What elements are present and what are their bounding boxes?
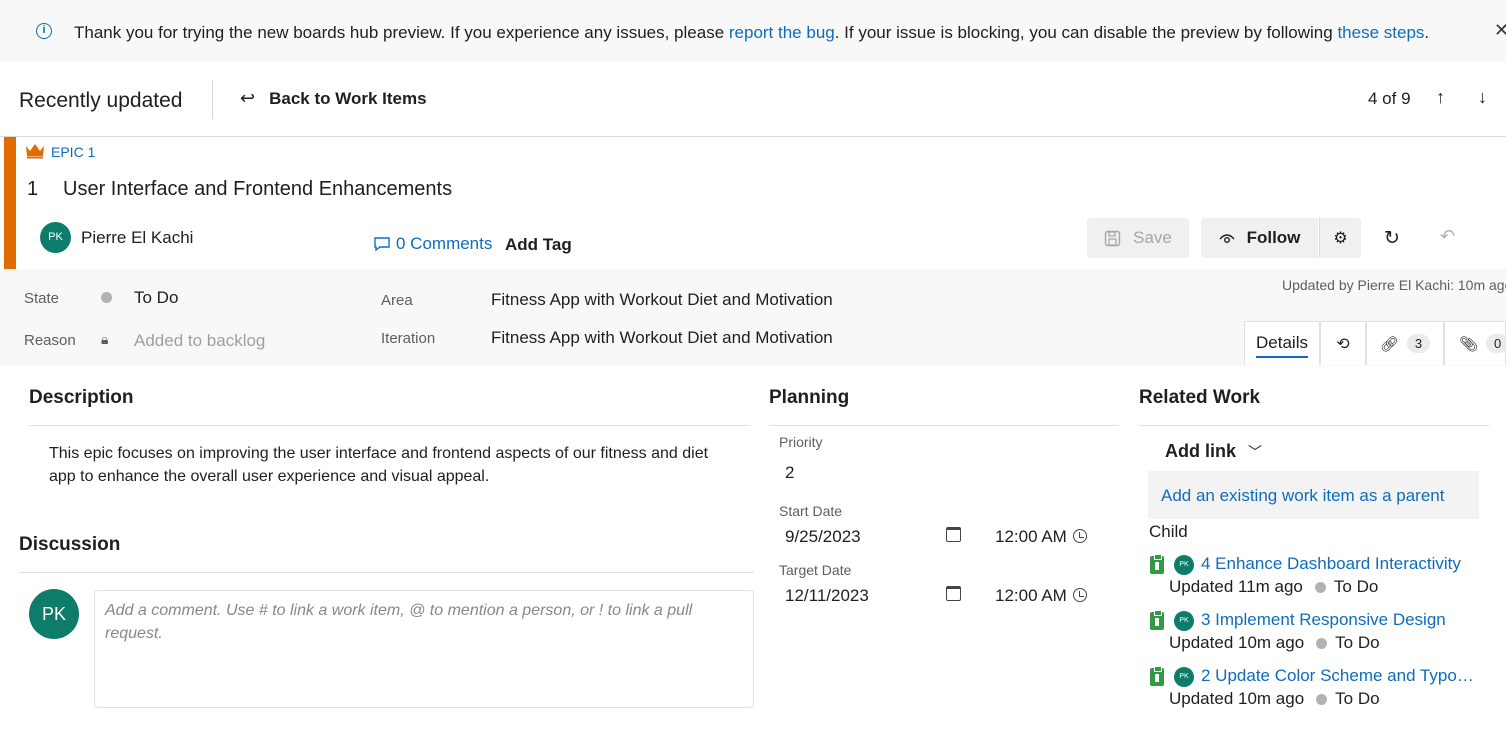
preview-banner: i Thank you for trying the new boards hu… (0, 0, 1506, 62)
child-item-link[interactable]: 3 Implement Responsive Design (1201, 610, 1446, 630)
target-date-field[interactable]: 12/11/2023 (785, 586, 869, 606)
child-group-label: Child (1149, 522, 1188, 541)
more-actions-icon[interactable]: ⋮ (1498, 225, 1506, 246)
calendar-icon[interactable] (946, 586, 961, 601)
state-label: State (24, 290, 60, 307)
priority-field[interactable]: 2 (785, 463, 794, 483)
header-divider (212, 80, 213, 119)
planning-divider (769, 425, 1119, 426)
iteration-label: Iteration (381, 330, 436, 347)
eye-icon (1219, 234, 1235, 243)
area-field[interactable]: Fitness App with Workout Diet and Motiva… (491, 290, 833, 310)
avatar: PK (1174, 611, 1194, 631)
current-user-avatar: PK (29, 589, 79, 639)
back-arrow-icon: ↩ (240, 88, 256, 108)
avatar: PK (1174, 667, 1194, 687)
state-indicator-dot (101, 292, 112, 303)
state-dropdown[interactable]: To Do (134, 288, 178, 308)
description-divider (29, 425, 750, 426)
work-item-color-bar (4, 137, 16, 269)
close-banner-icon[interactable]: ✕ (1494, 20, 1506, 41)
attachment-icon: 📎︎ (1459, 335, 1479, 353)
state-indicator-dot (1316, 693, 1328, 705)
start-date-label: Start Date (779, 503, 843, 519)
pager-text: 4 of 9 (1368, 89, 1411, 108)
save-button[interactable]: Save (1087, 218, 1189, 258)
task-clipboard-icon (1150, 666, 1164, 686)
start-date-field[interactable]: 9/25/2023 (785, 527, 861, 547)
target-date-label: Target Date (779, 562, 852, 578)
previous-item-arrow-up-icon[interactable]: ↑ (1436, 87, 1445, 108)
refresh-icon[interactable]: ↻ (1384, 227, 1400, 250)
child-item-meta: Updated 10m ago To Do (1169, 633, 1380, 652)
target-time-field[interactable]: 12:00 AM (995, 586, 1087, 606)
discussion-divider (19, 572, 754, 573)
follow-settings-gear-icon[interactable]: ⚙ (1319, 218, 1361, 258)
task-clipboard-icon (1150, 554, 1164, 574)
tab-details[interactable]: Details (1244, 321, 1320, 365)
add-tag-button[interactable]: Add Tag (505, 235, 572, 255)
assignee-avatar[interactable]: PK (40, 222, 71, 253)
save-icon (1104, 230, 1121, 246)
reason-label: Reason (24, 332, 76, 349)
description-editor[interactable]: This epic focuses on improving the user … (49, 442, 739, 488)
info-icon: i (36, 23, 52, 39)
banner-message: Thank you for trying the new boards hub … (74, 23, 1430, 42)
assignee-name[interactable]: Pierre El Kachi (81, 228, 193, 248)
comments-link[interactable]: 0 Comments (373, 234, 492, 254)
clock-icon (1072, 529, 1087, 543)
lock-icon: 🔒︎ (101, 331, 109, 347)
description-heading: Description (29, 387, 134, 408)
undo-icon[interactable]: ↶ (1440, 226, 1455, 247)
avatar: PK (1174, 555, 1194, 575)
links-count: 3 (1406, 334, 1431, 353)
start-time-field[interactable]: 12:00 AM (995, 527, 1087, 547)
related-work-heading: Related Work (1139, 387, 1261, 408)
add-link-button[interactable]: Add link ﹀ (1165, 441, 1262, 462)
tab-history[interactable]: ⟲ (1320, 321, 1366, 365)
planning-heading: Planning (769, 387, 850, 408)
child-item-meta: Updated 11m ago To Do (1169, 577, 1379, 596)
child-item-link[interactable]: 2 Update Color Scheme and Typography (1201, 666, 1481, 686)
tab-links[interactable]: 🔗︎ 3 (1366, 321, 1444, 365)
tab-attachments[interactable]: 📎︎ 0 (1444, 321, 1506, 365)
follow-button[interactable]: Follow (1201, 218, 1318, 258)
area-label: Area (381, 292, 413, 309)
task-clipboard-icon (1150, 610, 1164, 630)
link-icon: 🔗︎ (1379, 335, 1399, 353)
child-item-link[interactable]: 4 Enhance Dashboard Interactivity (1201, 554, 1461, 574)
page-title: Recently updated (19, 89, 183, 112)
state-indicator-dot (1316, 637, 1328, 649)
priority-label: Priority (779, 434, 823, 450)
these-steps-link[interactable]: these steps (1337, 23, 1424, 42)
back-to-work-items-button[interactable]: ↩ Back to Work Items (240, 88, 427, 109)
next-item-arrow-down-icon[interactable]: ↓ (1478, 87, 1487, 108)
work-item-title[interactable]: User Interface and Frontend Enhancements (63, 178, 452, 201)
work-item-id: 1 (27, 178, 39, 200)
chevron-down-icon: ﹀ (1248, 443, 1262, 460)
header-separator (0, 136, 1506, 137)
child-item-meta: Updated 10m ago To Do (1169, 689, 1380, 708)
crown-icon (26, 144, 44, 159)
history-icon: ⟲ (1336, 335, 1350, 353)
comment-input[interactable]: Add a comment. Use # to link a work item… (94, 590, 754, 708)
clock-icon (1072, 588, 1087, 602)
state-indicator-dot (1314, 581, 1326, 593)
attachments-count: 0 (1486, 334, 1506, 353)
work-item-type-label[interactable]: EPIC 1 (51, 144, 95, 160)
report-bug-link[interactable]: report the bug (729, 23, 835, 42)
discussion-heading: Discussion (19, 534, 121, 555)
iteration-field[interactable]: Fitness App with Workout Diet and Motiva… (491, 328, 833, 348)
add-parent-link[interactable]: Add an existing work item as a parent (1148, 471, 1479, 519)
related-work-divider (1139, 425, 1489, 426)
updated-by-text: Updated by Pierre El Kachi: 10m ago (1282, 277, 1506, 293)
comment-icon (374, 237, 390, 252)
reason-field: Added to backlog (134, 331, 266, 350)
calendar-icon[interactable] (946, 527, 961, 542)
